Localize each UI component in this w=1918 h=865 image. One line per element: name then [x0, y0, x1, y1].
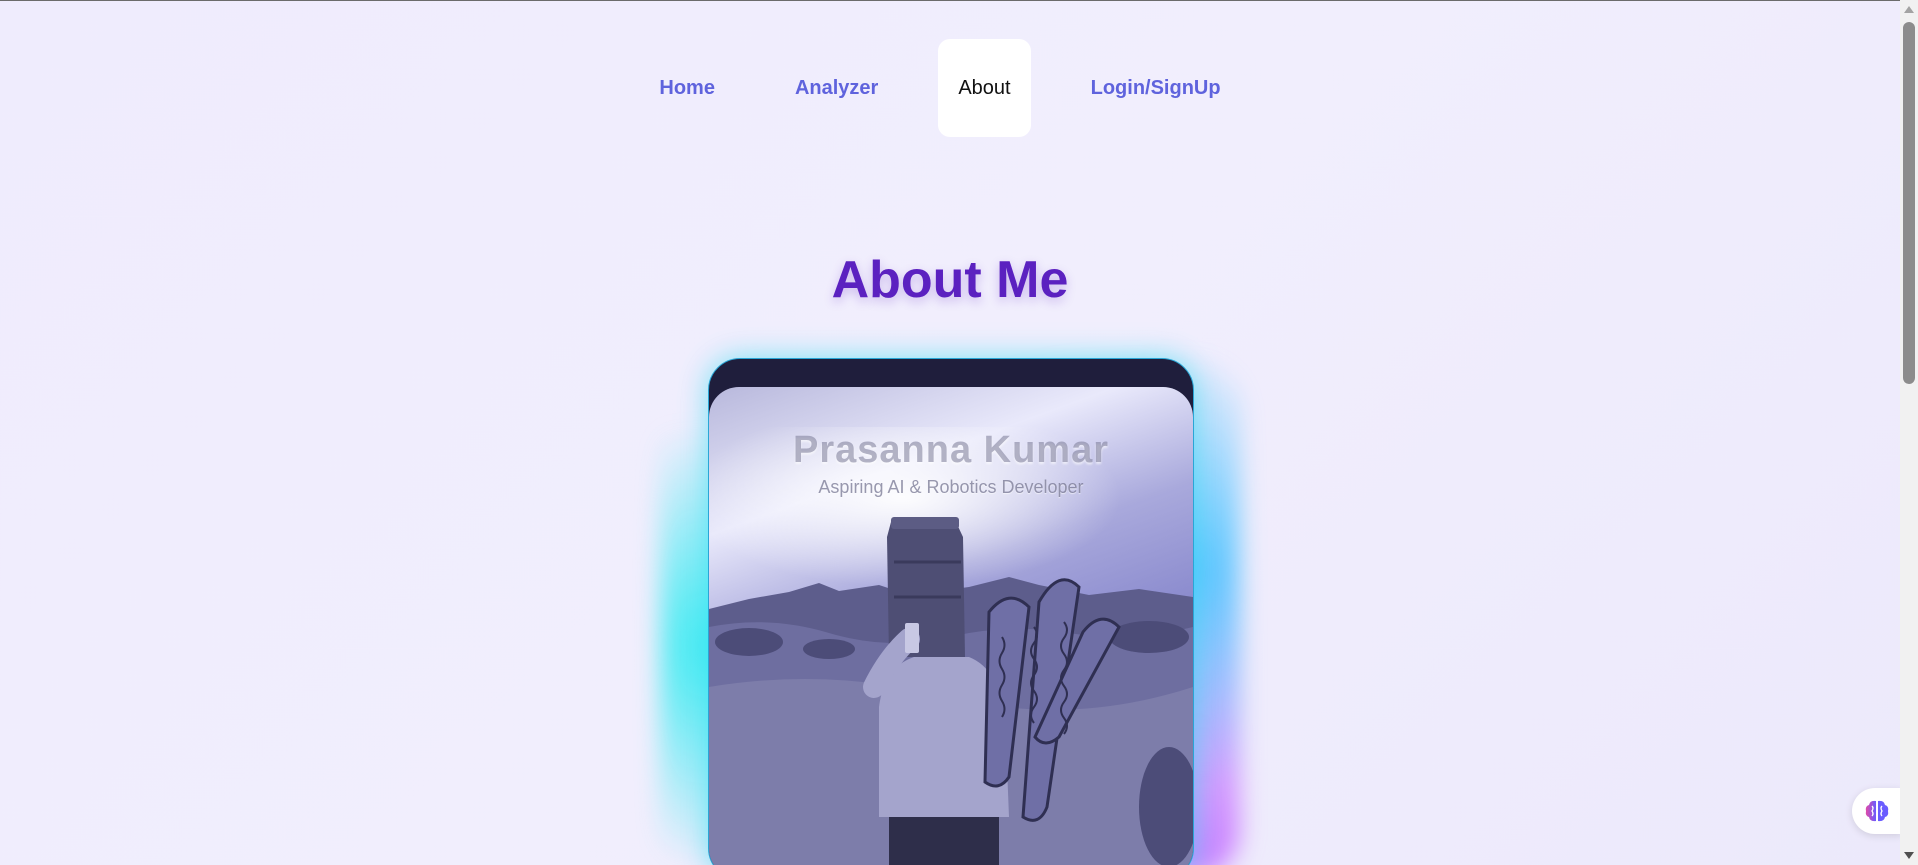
- page-title: About Me: [831, 251, 1069, 309]
- scrollbar-thumb[interactable]: [1903, 22, 1915, 384]
- main-nav: Home Analyzer About Login/SignUp: [0, 39, 1900, 137]
- floating-brain-button[interactable]: [1852, 788, 1902, 834]
- profile-name: Prasanna Kumar: [792, 429, 1109, 471]
- profile-card: Prasanna Kumar Aspiring AI & Robotics De…: [708, 358, 1194, 865]
- window-top-border: [0, 0, 1918, 1]
- nav-login-signup-link[interactable]: Login/SignUp: [1071, 39, 1241, 137]
- vertical-scrollbar[interactable]: [1900, 0, 1918, 865]
- nav-home-link[interactable]: Home: [639, 39, 735, 137]
- nav-analyzer-link[interactable]: Analyzer: [775, 39, 898, 137]
- profile-subtitle: Aspiring AI & Robotics Developer: [818, 477, 1084, 497]
- nav-about-link[interactable]: About: [938, 39, 1031, 137]
- scroll-down-arrow-icon[interactable]: [1904, 852, 1914, 859]
- profile-photo: Prasanna Kumar Aspiring AI & Robotics De…: [709, 387, 1193, 865]
- brain-icon: [1865, 800, 1889, 822]
- scroll-up-arrow-icon[interactable]: [1904, 6, 1914, 13]
